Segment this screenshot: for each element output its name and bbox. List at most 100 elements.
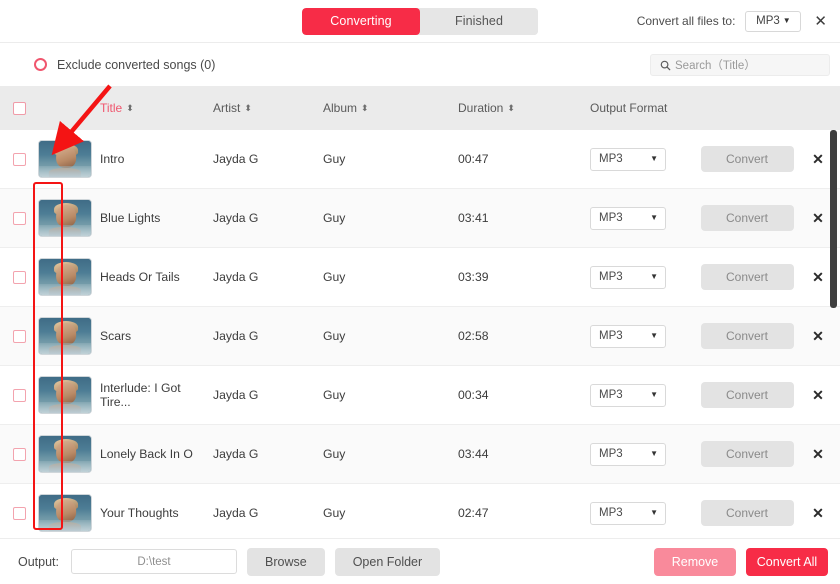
row-artwork-cell [38, 494, 100, 532]
row-format-cell: MP3▼ [590, 325, 695, 348]
table-row[interactable]: Interlude: I Got Tire...Jayda GGuy00:34M… [0, 366, 840, 425]
row-select-cell [0, 212, 38, 225]
convert-all-button[interactable]: Convert All [746, 548, 828, 576]
table-row[interactable]: Your ThoughtsJayda GGuy02:47MP3▼Convert✕ [0, 484, 840, 540]
output-path-input[interactable]: D:\test [71, 549, 237, 574]
row-checkbox[interactable] [13, 507, 26, 520]
row-title: Heads Or Tails [100, 270, 213, 284]
header-album[interactable]: Album⬍ [323, 101, 458, 115]
chevron-down-icon: ▼ [783, 17, 791, 25]
search-icon [660, 60, 671, 71]
row-checkbox[interactable] [13, 389, 26, 402]
row-format-cell: MP3▼ [590, 384, 695, 407]
row-duration: 00:47 [458, 152, 590, 166]
convert-button[interactable]: Convert [701, 382, 794, 408]
convert-button[interactable]: Convert [701, 500, 794, 526]
remove-button[interactable]: Remove [654, 548, 736, 576]
tab-finished[interactable]: Finished [420, 8, 538, 35]
global-format-select[interactable]: MP3 ▼ [745, 11, 801, 32]
table-row[interactable]: IntroJayda GGuy00:47MP3▼Convert✕ [0, 130, 840, 189]
row-format-select[interactable]: MP3▼ [590, 502, 666, 525]
convert-all-files-to-label: Convert all files to: [637, 14, 736, 28]
row-checkbox[interactable] [13, 212, 26, 225]
search-placeholder: Search（Title） [675, 57, 756, 73]
row-duration: 00:34 [458, 388, 590, 402]
row-title: Your Thoughts [100, 506, 213, 520]
vertical-scrollbar[interactable] [830, 130, 837, 440]
track-table: Title⬍ Artist⬍ Album⬍ Duration⬍ Output F… [0, 86, 840, 540]
row-format-select[interactable]: MP3▼ [590, 384, 666, 407]
row-action-cell: Convert [695, 323, 799, 349]
row-album: Guy [323, 270, 458, 284]
scrollbar-thumb[interactable] [830, 130, 837, 308]
row-checkbox[interactable] [13, 271, 26, 284]
close-icon[interactable]: ✕ [811, 12, 830, 30]
row-action-cell: Convert [695, 382, 799, 408]
remove-row-icon[interactable]: ✕ [812, 328, 824, 345]
row-format-select[interactable]: MP3▼ [590, 443, 666, 466]
header-output-format: Output Format [590, 101, 695, 115]
header-title[interactable]: Title⬍ [100, 101, 213, 115]
table-row[interactable]: Blue LightsJayda GGuy03:41MP3▼Convert✕ [0, 189, 840, 248]
row-title: Lonely Back In O [100, 447, 213, 461]
table-row[interactable]: Heads Or TailsJayda GGuy03:39MP3▼Convert… [0, 248, 840, 307]
row-title: Blue Lights [100, 211, 213, 225]
convert-button[interactable]: Convert [701, 323, 794, 349]
row-format-cell: MP3▼ [590, 502, 695, 525]
header-artist[interactable]: Artist⬍ [213, 101, 323, 115]
row-album: Guy [323, 388, 458, 402]
remove-row-icon[interactable]: ✕ [812, 269, 824, 286]
chevron-down-icon: ▼ [650, 155, 658, 163]
convert-button[interactable]: Convert [701, 441, 794, 467]
browse-button[interactable]: Browse [247, 548, 325, 576]
row-checkbox[interactable] [13, 153, 26, 166]
row-album: Guy [323, 152, 458, 166]
row-artist: Jayda G [213, 447, 323, 461]
row-format-select[interactable]: MP3 ▼ [590, 148, 666, 171]
remove-row-icon[interactable]: ✕ [812, 446, 824, 463]
convert-button[interactable]: Convert [701, 205, 794, 231]
output-label: Output: [18, 555, 59, 569]
circle-toggle-icon [34, 58, 47, 71]
global-format-value: MP3 [756, 15, 780, 27]
row-format-value: MP3 [599, 507, 623, 519]
table-row[interactable]: Lonely Back In OJayda GGuy03:44MP3▼Conve… [0, 425, 840, 484]
exclude-converted-toggle[interactable]: Exclude converted songs (0) [34, 58, 215, 72]
search-input[interactable]: Search（Title） [650, 54, 830, 76]
row-format-select[interactable]: MP3▼ [590, 207, 666, 230]
row-action-cell: Convert [695, 205, 799, 231]
remove-row-icon[interactable]: ✕ [812, 387, 824, 404]
row-duration: 03:44 [458, 447, 590, 461]
header-duration[interactable]: Duration⬍ [458, 101, 590, 115]
row-format-cell: MP3▼ [590, 207, 695, 230]
row-album: Guy [323, 211, 458, 225]
row-select-cell [0, 330, 38, 343]
row-artwork-cell [38, 199, 100, 237]
row-select-cell [0, 271, 38, 284]
convert-button[interactable]: Convert [701, 264, 794, 290]
select-all-checkbox[interactable] [13, 102, 26, 115]
remove-row-icon[interactable]: ✕ [812, 151, 824, 168]
header-title-label: Title [100, 101, 122, 115]
row-format-value: MP3 [599, 330, 623, 342]
tab-converting[interactable]: Converting [302, 8, 420, 35]
row-checkbox[interactable] [13, 448, 26, 461]
row-format-select[interactable]: MP3▼ [590, 266, 666, 289]
remove-row-icon[interactable]: ✕ [812, 505, 824, 522]
bottom-bar: Output: D:\test Browse Open Folder Remov… [0, 538, 840, 584]
row-artwork-cell [38, 435, 100, 473]
row-title: Interlude: I Got Tire... [100, 381, 213, 409]
row-format-cell: MP3 ▼ [590, 148, 695, 171]
table-row[interactable]: ScarsJayda GGuy02:58MP3▼Convert✕ [0, 307, 840, 366]
row-title: Scars [100, 329, 213, 343]
remove-row-icon[interactable]: ✕ [812, 210, 824, 227]
open-folder-button[interactable]: Open Folder [335, 548, 440, 576]
album-art-thumbnail [38, 199, 92, 237]
convert-button[interactable]: Convert [701, 146, 794, 172]
row-checkbox[interactable] [13, 330, 26, 343]
sub-bar: Exclude converted songs (0) Search（Title… [0, 42, 840, 86]
row-select-cell [0, 448, 38, 461]
header-duration-label: Duration [458, 101, 503, 115]
row-format-value: MP3 [599, 153, 623, 165]
row-format-select[interactable]: MP3▼ [590, 325, 666, 348]
